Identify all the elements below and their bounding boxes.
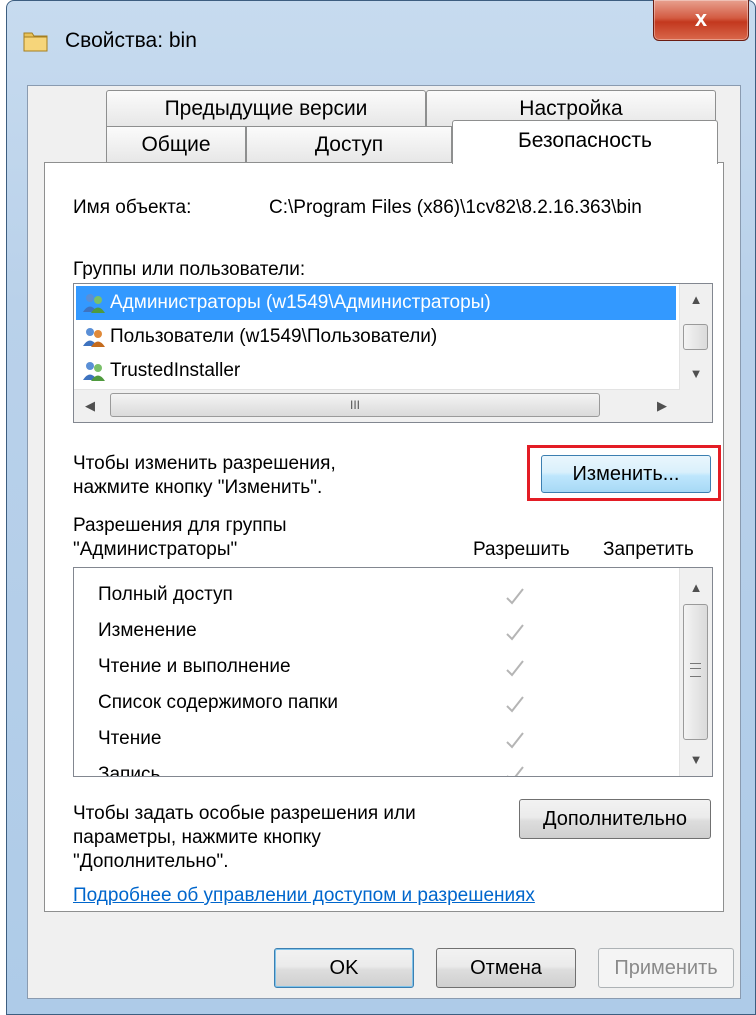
- permission-row: Изменение: [98, 614, 197, 648]
- security-tab-panel: Имя объекта: C:\Program Files (x86)\1cv8…: [44, 162, 724, 912]
- scroll-thumb[interactable]: [683, 324, 708, 350]
- allow-check-icon: [506, 696, 524, 713]
- group-name: TrustedInstaller: [110, 360, 241, 381]
- advanced-hint-line2: параметры, нажмите кнопку: [73, 827, 321, 848]
- permission-row: Запись: [98, 758, 161, 777]
- allow-check-icon: [507, 766, 524, 776]
- permission-name: Полный доступ: [98, 584, 233, 605]
- permission-row: Полный доступ: [98, 578, 233, 612]
- scroll-down-arrow-icon[interactable]: ▼: [680, 360, 712, 388]
- users-icon: [83, 328, 105, 347]
- group-name: Пользователи (w1549\Пользователи): [110, 326, 438, 347]
- permission-name: Изменение: [98, 620, 197, 641]
- permission-name: Список содержимого папки: [98, 692, 338, 713]
- scroll-grip-icon: [690, 663, 701, 677]
- scroll-left-arrow-icon[interactable]: ◀: [74, 392, 106, 420]
- advanced-button[interactable]: Дополнительно: [519, 799, 711, 839]
- groups-listbox[interactable]: Администраторы (w1549\Администраторы) По…: [73, 283, 713, 423]
- allow-check-icon: [506, 732, 524, 749]
- tab-sharing[interactable]: Доступ: [246, 126, 452, 162]
- deny-column-header: Запретить: [603, 539, 694, 560]
- groups-horizontal-scrollbar[interactable]: ◀ III ▶: [74, 389, 680, 422]
- permission-row: Чтение и выполнение: [98, 650, 291, 684]
- permission-name: Чтение и выполнение: [98, 656, 291, 677]
- apply-button[interactable]: Применить: [598, 948, 734, 988]
- allow-check-icon: [506, 588, 524, 605]
- object-name-label: Имя объекта:: [73, 197, 192, 218]
- change-hint-line2: нажмите кнопку "Изменить".: [73, 477, 323, 498]
- change-hint-line1: Чтобы изменить разрешения,: [73, 453, 336, 474]
- properties-window: Свойства: bin x Предыдущие версии Настро…: [6, 0, 756, 1015]
- permissions-label-line2: "Администраторы": [73, 539, 238, 560]
- scroll-down-arrow-icon[interactable]: ▼: [680, 746, 712, 774]
- permission-name: Запись: [98, 764, 161, 777]
- tab-general[interactable]: Общие: [106, 126, 246, 162]
- allow-check-icon: [506, 660, 524, 677]
- group-row-users[interactable]: Пользователи (w1549\Пользователи): [76, 320, 676, 354]
- advanced-hint-line1: Чтобы задать особые разрешения или: [73, 803, 416, 824]
- users-icon: [83, 362, 105, 381]
- permissions-vertical-scrollbar[interactable]: ▲ ▼: [679, 568, 712, 776]
- permission-row: Чтение: [98, 722, 161, 756]
- groups-vertical-scrollbar[interactable]: ▲ ▼: [679, 284, 712, 390]
- scroll-right-arrow-icon[interactable]: ▶: [646, 392, 678, 420]
- help-link[interactable]: Подробнее об управлении доступом и разре…: [73, 885, 535, 907]
- tab-previous-versions[interactable]: Предыдущие версии: [106, 90, 426, 126]
- scroll-up-arrow-icon[interactable]: ▲: [680, 574, 712, 602]
- ok-button[interactable]: OK: [274, 948, 414, 988]
- title-bar[interactable]: Свойства: bin x: [7, 0, 755, 81]
- change-permissions-button[interactable]: Изменить...: [541, 455, 711, 493]
- groups-label: Группы или пользователи:: [73, 259, 306, 280]
- horizontal-scroll-thumb[interactable]: III: [110, 393, 600, 417]
- folder-icon: [23, 32, 48, 52]
- allow-column-header: Разрешить: [473, 539, 570, 560]
- scroll-grip-line: [690, 668, 701, 669]
- group-name: Администраторы (w1549\Администраторы): [110, 292, 491, 313]
- dialog-client-area: Предыдущие версии Настройка Общие Доступ…: [27, 85, 741, 999]
- advanced-hint-line3: "Дополнительно".: [73, 851, 229, 872]
- permissions-listbox[interactable]: Полный доступ Изменение Чтение и выполне…: [73, 567, 713, 777]
- close-button[interactable]: x: [653, 0, 749, 41]
- scroll-thumb[interactable]: [683, 604, 708, 740]
- object-name-value: C:\Program Files (x86)\1cv82\8.2.16.363\…: [269, 197, 642, 218]
- cancel-button[interactable]: Отмена: [436, 948, 576, 988]
- group-row-trustedinstaller[interactable]: TrustedInstaller: [76, 354, 676, 388]
- permission-name: Чтение: [98, 728, 162, 749]
- window-title: Свойства: bin: [65, 29, 197, 52]
- permission-row: Список содержимого папки: [98, 686, 338, 720]
- allow-check-icon: [506, 624, 524, 641]
- permissions-label-line1: Разрешения для группы: [73, 515, 287, 536]
- scrollbar-corner: [680, 390, 712, 422]
- group-row-administrators[interactable]: Администраторы (w1549\Администраторы): [76, 286, 676, 320]
- scroll-up-arrow-icon[interactable]: ▲: [680, 286, 712, 314]
- users-icon: [83, 294, 105, 313]
- tab-security[interactable]: Безопасность: [452, 120, 718, 164]
